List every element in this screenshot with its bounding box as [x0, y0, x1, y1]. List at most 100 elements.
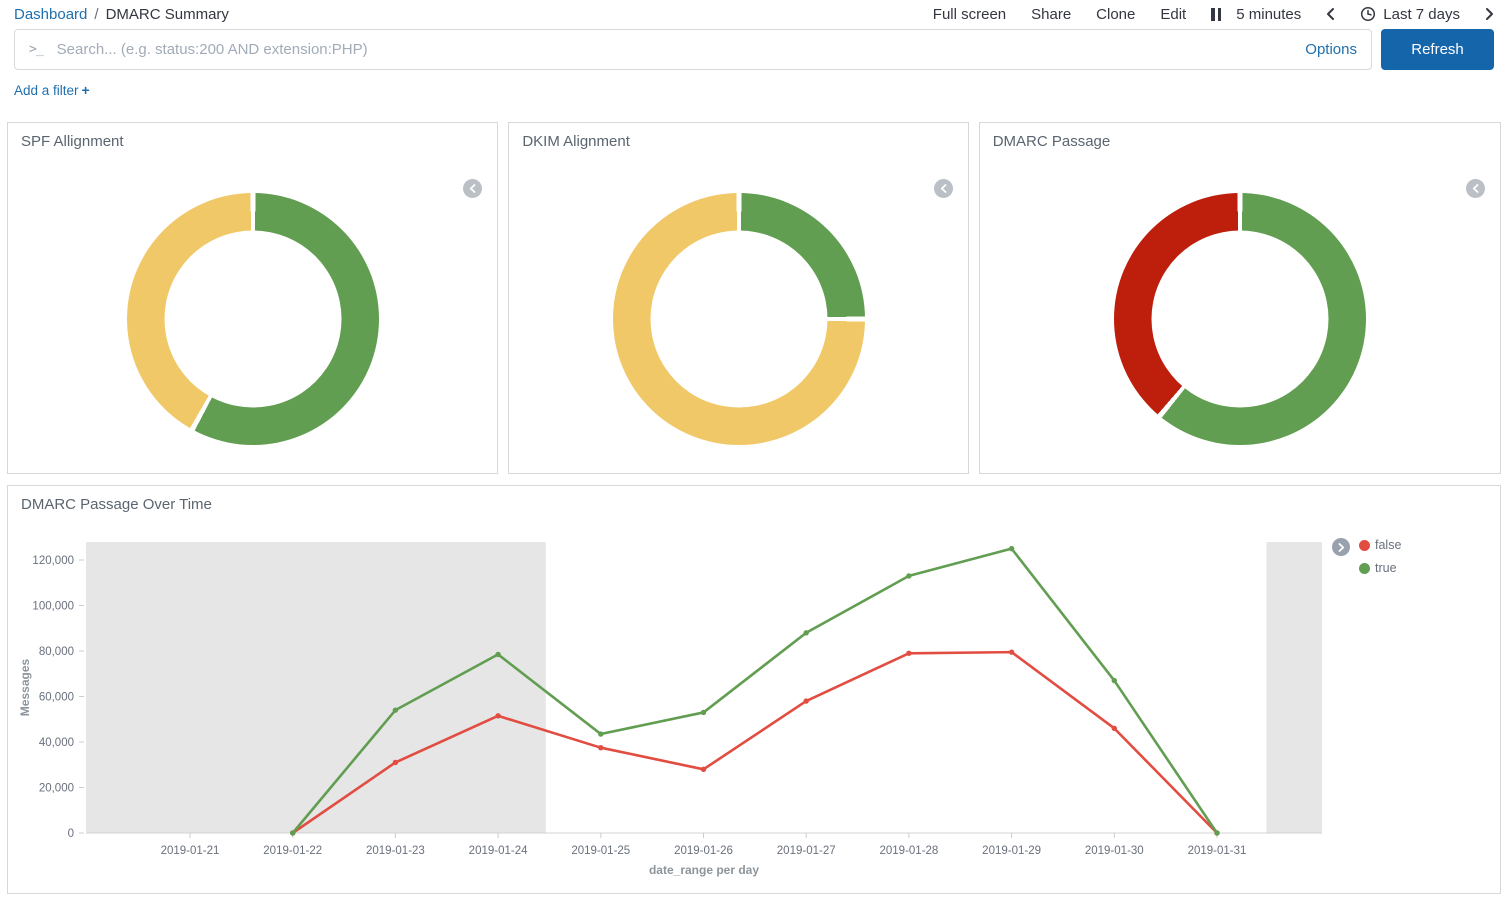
series-point-true	[804, 630, 809, 635]
legend-collapse-toggle[interactable]	[934, 179, 953, 198]
legend-label-false: false	[1375, 538, 1401, 552]
series-point-false	[495, 713, 500, 718]
series-point-true	[1009, 546, 1014, 551]
line-chart[interactable]: 2019-01-21 2019-01-22 2019-01-23 2019-01-24…	[8, 534, 1502, 886]
clock-icon	[1360, 6, 1376, 22]
y-tick-label: 40,000	[39, 737, 74, 749]
top-bar: Dashboard / DMARC Summary Full screen Sh…	[0, 0, 1508, 26]
legend-dot-false	[1359, 540, 1370, 551]
refresh-button[interactable]: Refresh	[1381, 29, 1494, 70]
menu-item-clone[interactable]: Clone	[1096, 6, 1135, 23]
legend-label-true: true	[1375, 561, 1397, 575]
time-range-picker[interactable]: Last 7 days	[1360, 6, 1460, 23]
breadcrumb-current: DMARC Summary	[106, 6, 229, 23]
series-point-false	[1112, 726, 1117, 731]
y-tick-label: 120,000	[32, 555, 74, 567]
time-next-button[interactable]	[1485, 7, 1494, 21]
chart-legend: false true	[1332, 538, 1401, 575]
x-tick-label: 2019-01-30	[1085, 845, 1144, 857]
x-tick-label: 2019-01-21	[161, 845, 220, 857]
x-tick-label: 2019-01-25	[571, 845, 630, 857]
search-box: >_ Options	[14, 29, 1372, 70]
series-point-true	[1112, 678, 1117, 683]
x-tick-label: 2019-01-23	[366, 845, 425, 857]
pie-panels-row: SPF Allignment DKIM Alignment DMARC Pass…	[7, 122, 1501, 474]
series-point-true	[495, 652, 500, 657]
y-tick-label: 60,000	[39, 692, 74, 704]
panel-title: DMARC Passage Over Time	[8, 486, 1500, 523]
donut-chart-dmarc[interactable]	[1114, 193, 1366, 445]
donut-hole	[1151, 231, 1328, 408]
x-tick-label: 2019-01-31	[1188, 845, 1247, 857]
filter-bar: Add a filter+	[14, 82, 1494, 102]
menu-item-full-screen[interactable]: Full screen	[933, 6, 1006, 23]
series-point-true	[701, 710, 706, 715]
series-point-false	[393, 760, 398, 765]
series-point-false	[906, 651, 911, 656]
refresh-interval-value[interactable]: 5 minutes	[1236, 6, 1301, 23]
series-point-true	[393, 707, 398, 712]
shaded-band	[86, 542, 546, 833]
y-axis-title: Messages	[18, 658, 32, 716]
x-tick-label: 2019-01-27	[777, 845, 836, 857]
legend-item-false[interactable]: false	[1359, 538, 1401, 552]
series-point-true	[906, 573, 911, 578]
series-point-true	[1214, 830, 1219, 835]
x-tick-label: 2019-01-22	[263, 845, 322, 857]
panel-dmarc-passage: DMARC Passage	[979, 122, 1501, 474]
legend-item-true[interactable]: true	[1359, 561, 1401, 575]
breadcrumb: Dashboard / DMARC Summary	[14, 6, 229, 23]
donut-chart-dkim[interactable]	[613, 193, 865, 445]
panel-spf-alignment: SPF Allignment	[7, 122, 498, 474]
y-tick-label: 100,000	[32, 601, 74, 613]
legend-dot-true	[1359, 563, 1370, 574]
menu-item-share[interactable]: Share	[1031, 6, 1071, 23]
x-tick-label: 2019-01-26	[674, 845, 733, 857]
donut-hole	[164, 231, 341, 408]
chevron-left-icon	[1472, 184, 1479, 193]
chevron-left-icon	[940, 184, 947, 193]
legend-expand-toggle[interactable]	[1332, 538, 1350, 556]
x-tick-label: 2019-01-24	[469, 845, 528, 857]
donut-hole	[650, 231, 827, 408]
time-prev-button[interactable]	[1326, 7, 1335, 21]
y-tick-label: 0	[68, 828, 74, 840]
add-filter-link[interactable]: Add a filter+	[14, 83, 90, 98]
plus-icon: +	[82, 82, 90, 98]
menu-item-edit[interactable]: Edit	[1160, 6, 1186, 23]
panel-title: DKIM Alignment	[509, 123, 967, 160]
add-filter-label: Add a filter	[14, 83, 79, 98]
top-menu: Full screen Share Clone Edit 5 minutes L…	[933, 6, 1494, 23]
series-point-true	[290, 830, 295, 835]
series-point-true	[598, 731, 603, 736]
x-tick-label: 2019-01-28	[879, 845, 938, 857]
search-row: >_ Options Refresh	[14, 29, 1494, 70]
series-point-false	[701, 767, 706, 772]
panel-dmarc-passage-over-time: DMARC Passage Over Time 2019-01-212019-0…	[7, 485, 1501, 894]
chevron-left-icon	[469, 184, 476, 193]
legend-collapse-toggle[interactable]	[1466, 179, 1485, 198]
y-tick-label: 20,000	[39, 783, 74, 795]
panel-title: SPF Allignment	[8, 123, 497, 160]
x-axis-title: date_range per day	[649, 863, 759, 877]
chevron-right-icon	[1485, 7, 1494, 21]
donut-chart-spf[interactable]	[127, 193, 379, 445]
terminal-prompt-icon: >_	[29, 42, 43, 57]
legend-collapse-toggle[interactable]	[463, 179, 482, 198]
series-point-false	[804, 698, 809, 703]
shaded-band	[1266, 542, 1322, 833]
chevron-left-icon	[1326, 7, 1335, 21]
x-tick-label: 2019-01-29	[982, 845, 1041, 857]
y-tick-label: 80,000	[39, 646, 74, 658]
time-range-label: Last 7 days	[1383, 6, 1460, 23]
series-point-false	[598, 745, 603, 750]
panel-title: DMARC Passage	[980, 123, 1500, 160]
breadcrumb-dashboard-link[interactable]: Dashboard	[14, 6, 87, 23]
series-point-false	[1009, 649, 1014, 654]
chevron-right-icon	[1338, 543, 1345, 552]
search-input[interactable]	[55, 40, 1294, 59]
search-options-link[interactable]: Options	[1293, 41, 1357, 58]
breadcrumb-separator: /	[94, 6, 98, 23]
pause-icon[interactable]	[1211, 8, 1221, 21]
panel-dkim-alignment: DKIM Alignment	[508, 122, 968, 474]
